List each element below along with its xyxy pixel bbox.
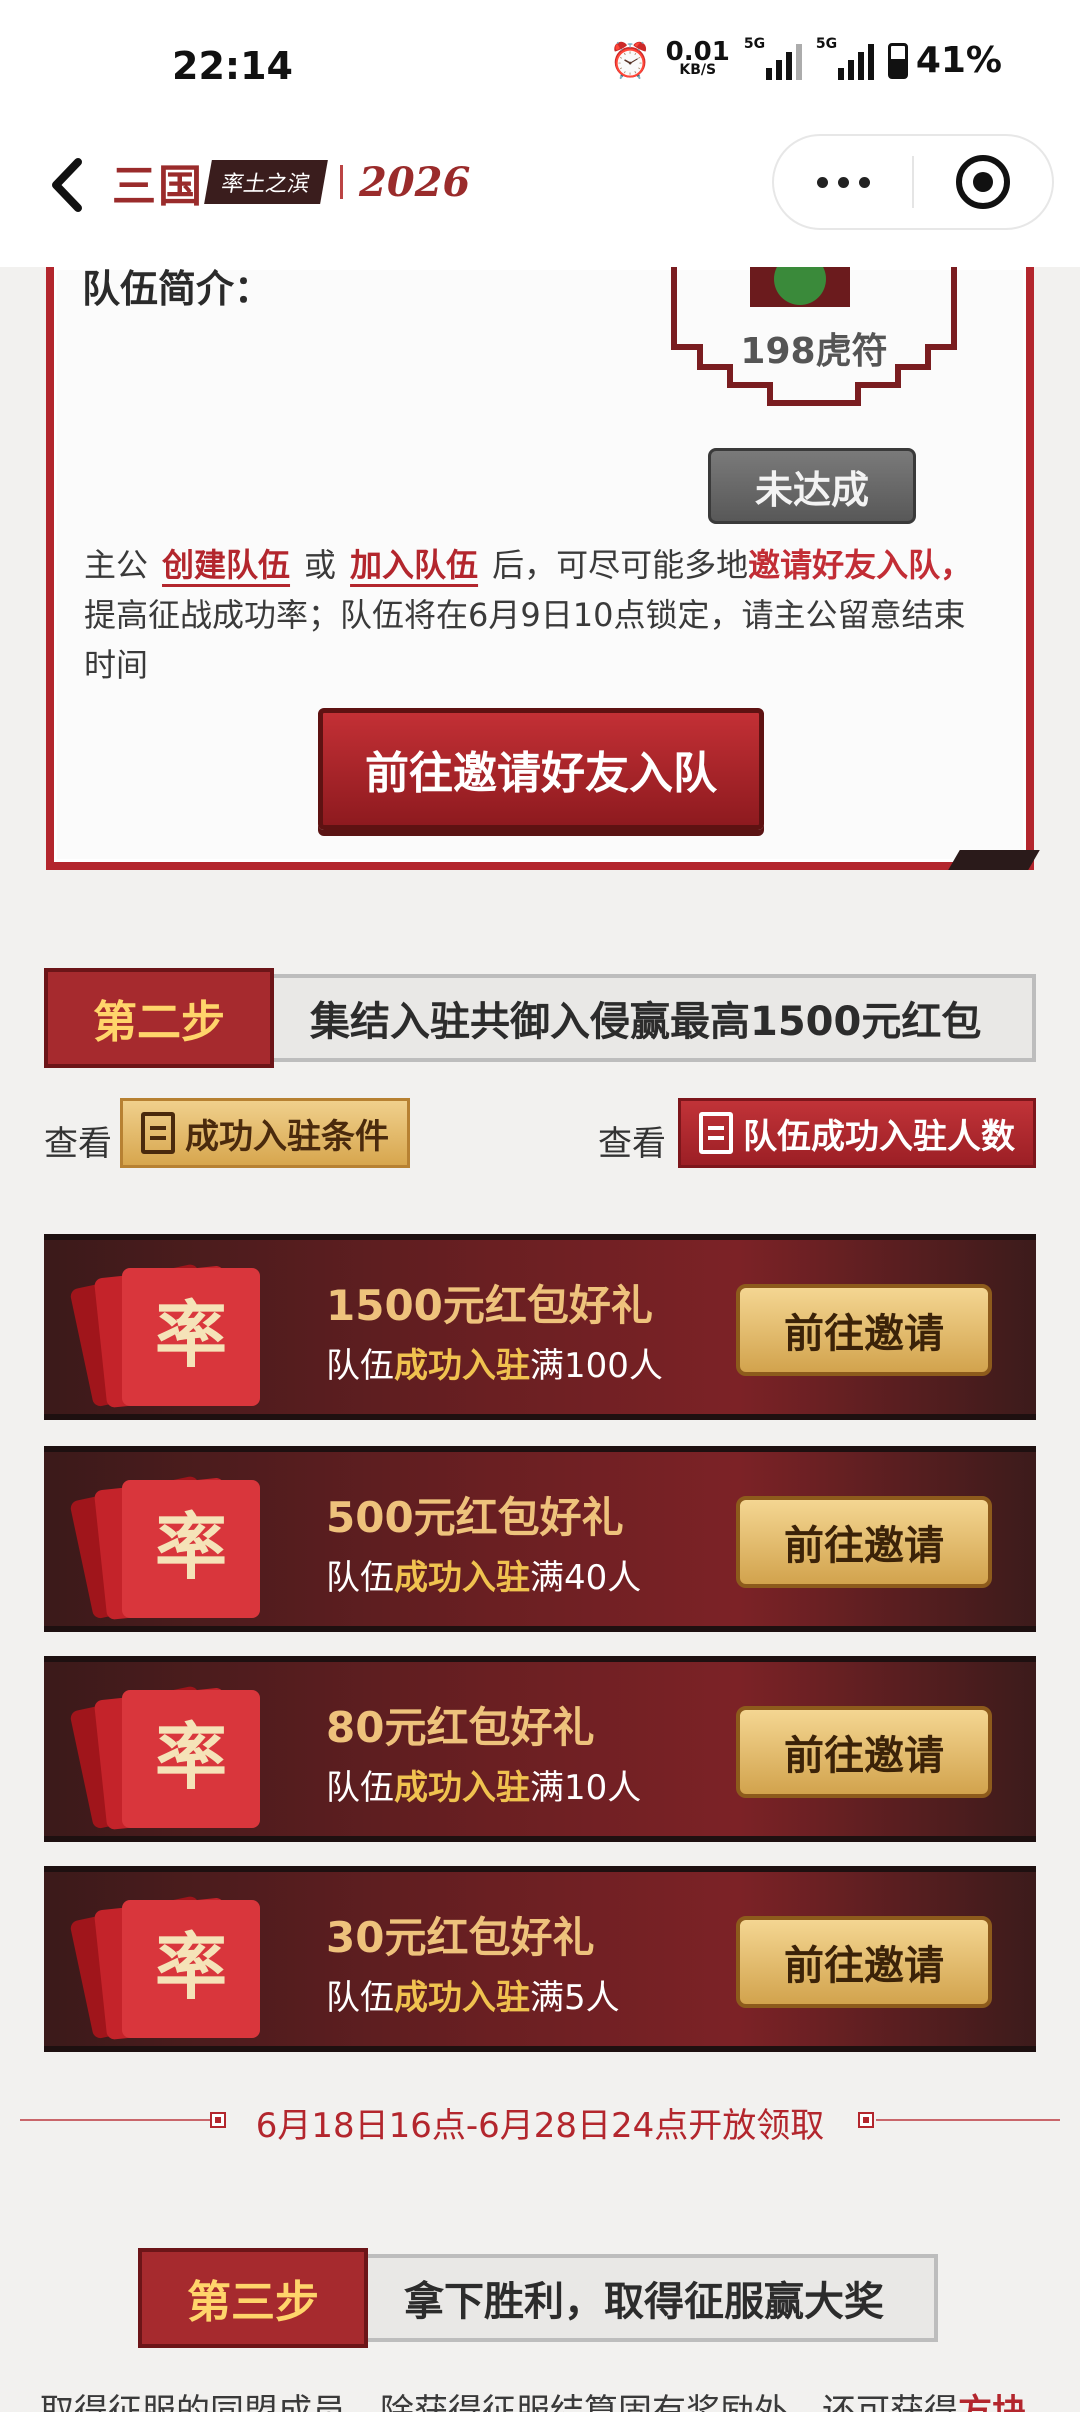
document-icon [141,1112,175,1154]
packet-condition: 队伍成功入驻满40人 [326,1558,642,1598]
svg-text:率: 率 [155,1714,227,1799]
team-intro-title: 队伍简介： [82,267,273,311]
go-invite-button[interactable]: 前往邀请 [736,1916,992,2008]
packet-title: 500元红包好礼 [326,1493,624,1542]
packet-row: 率 500元红包好礼 队伍成功入驻满40人 前往邀请 [44,1446,1036,1632]
logo-sub: 率土之滨 [204,160,328,204]
svg-text:率: 率 [155,1504,227,1589]
status-icons: ⏰ 0.01 KB/S 5G 5G 41% [609,36,1002,82]
battery-icon [887,42,908,79]
red-packet-icon: 率 [62,1886,302,2046]
view-label-right: 查看 [598,1124,666,1164]
bottom-text: 取得征服的同盟成员，除获得征服结算固有奖励外，还可获得 [40,2392,958,2412]
step2-banner: 第二步 集结入驻共御入侵赢最高1500元红包 [44,968,1036,1068]
success-conditions-button[interactable]: 成功入驻条件 [120,1098,410,1168]
packet-row: 率 1500元红包好礼 队伍成功入驻满100人 前往邀请 [44,1234,1036,1420]
desc-highlight: 邀请好友入队， [748,546,973,584]
packet-row: 率 80元红包好礼 队伍成功入驻满10人 前往邀请 [44,1656,1036,1842]
logo-main: 三国 [112,161,204,212]
join-team-link[interactable]: 加入队伍 [350,546,478,584]
packet-title: 80元红包好礼 [326,1703,595,1752]
signal-icon-1: 5G [744,36,802,80]
document-icon [699,1112,733,1154]
app-logo: 三国 率土之滨 2026 [112,150,470,214]
net-speed-value: 0.01 [665,36,730,67]
team-intro-description: 主公 创建队伍或加入队伍 后，可尽可能多地邀请好友入队， 提高征战成功率；队伍将在6月… [84,540,996,690]
packet-condition: 队伍成功入驻满100人 [326,1346,663,1386]
view-label-left: 查看 [44,1124,112,1164]
more-button[interactable] [774,176,912,188]
target-icon [955,155,1010,209]
create-team-link[interactable]: 创建队伍 [162,546,290,584]
status-not-achieved: 未达成 [708,448,916,524]
bottom-description: 取得征服的同盟成员，除获得征服结算固有奖励外，还可获得方块 [40,2384,1050,2412]
step3-tag: 第三步 [138,2248,368,2348]
desc-mid: 后，可尽可能多地 [492,546,749,584]
desc-suffix: 提高征战成功率；队伍将在6月9日10点锁定，请主公留意结束时间 [84,596,966,684]
svg-text:率: 率 [155,1924,227,2009]
step2-text: 集结入驻共御入侵赢最高1500元红包 [254,974,1036,1062]
go-invite-button[interactable]: 前往邀请 [736,1706,992,1798]
signal-icon-2: 5G [816,36,874,80]
status-bar: 22:14 ⏰ 0.01 KB/S 5G 5G 41% [0,0,1080,135]
team-count-button[interactable]: 队伍成功入驻人数 [678,1098,1036,1168]
packet-title: 30元红包好礼 [326,1913,595,1962]
chevron-left-icon [52,158,82,212]
step3-banner: 第三步 拿下胜利，取得征服赢大奖 [138,2248,938,2348]
claim-time-text: 6月18日16点-6月28日24点开放领取 [255,2106,825,2146]
invite-friends-button[interactable]: 前往邀请好友入队 [318,708,764,830]
packet-condition: 队伍成功入驻满5人 [326,1978,620,2018]
red-packet-icon: 率 [62,1676,302,1836]
red-packet-icon: 率 [62,1466,302,1626]
net-speed-unit: KB/S [679,61,717,78]
diamond-icon [858,2112,874,2128]
divider-right [876,2119,1060,2121]
reward-amount: 198虎符 [740,331,888,372]
claim-time-line: 6月18日16点-6月28日24点开放领取 [20,2098,1060,2146]
logo-divider [340,165,344,199]
red-packet-icon: 率 [62,1254,302,1414]
bottom-highlight: 方块 [958,2392,1026,2412]
go-invite-button[interactable]: 前往邀请 [736,1284,992,1376]
alarm-icon: ⏰ [609,40,652,81]
logo-year: 2026 [359,158,471,206]
go-invite-button[interactable]: 前往邀请 [736,1496,992,1588]
close-button[interactable] [914,155,1052,209]
packet-row: 率 30元红包好礼 队伍成功入驻满5人 前往邀请 [44,1866,1036,2052]
packet-condition: 队伍成功入驻满10人 [326,1768,642,1808]
status-time: 22:14 [172,44,293,88]
mini-program-capsule [772,134,1054,230]
battery: 41% [887,40,1002,81]
step3-text: 拿下胜利，取得征服赢大奖 [348,2254,938,2342]
back-button[interactable] [44,150,94,220]
step2-tag: 第二步 [44,968,274,1068]
desc-prefix: 主公 [84,546,149,584]
svg-text:率: 率 [155,1292,227,1377]
packet-title: 1500元红包好礼 [326,1281,653,1330]
net-speed: 0.01 KB/S [665,36,730,79]
success-conditions-label: 成功入驻条件 [185,1116,389,1157]
battery-level: 41% [915,40,1002,81]
team-count-label: 队伍成功入驻人数 [743,1116,1015,1157]
signal-label-2: 5G [815,35,838,52]
signal-label-1: 5G [743,35,766,52]
view-row: 查看 成功入驻条件 查看 队伍成功入驻人数 [44,1098,1036,1174]
desc-or: 或 [304,546,337,584]
